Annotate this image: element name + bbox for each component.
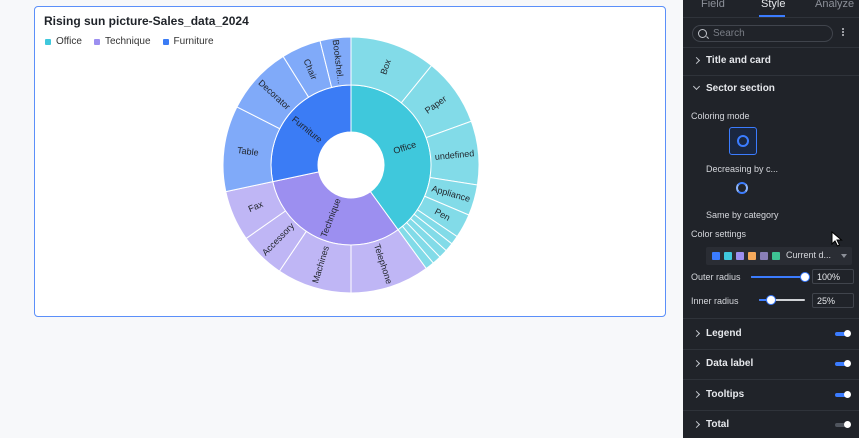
divider: [683, 410, 859, 411]
divider: [683, 75, 859, 76]
search-placeholder: Search: [713, 28, 745, 39]
data-label-toggle[interactable]: [835, 360, 851, 367]
section-tooltips[interactable]: Tooltips: [683, 386, 859, 406]
tab-style[interactable]: Style: [761, 0, 785, 10]
search-icon: [698, 29, 707, 38]
mode-decreasing-label: Decreasing by c...: [706, 164, 779, 174]
chevron-right-icon: [692, 420, 701, 429]
outer-radius-slider-handle[interactable]: [800, 272, 810, 282]
mode-same-label: Same by category: [706, 210, 779, 220]
divider: [683, 17, 859, 18]
sunburst-mode-icon: [736, 182, 748, 194]
outer-radius-input[interactable]: 100%: [812, 269, 854, 284]
coloring-mode-same-by-category[interactable]: [729, 175, 757, 203]
chart-card[interactable]: Rising sun picture-Sales_data_2024 Offic…: [34, 6, 666, 317]
divider: [683, 349, 859, 350]
total-toggle[interactable]: [835, 421, 851, 428]
color-swatch: [760, 252, 768, 260]
color-scheme-value: Current d...: [786, 250, 832, 260]
canvas: Rising sun picture-Sales_data_2024 Offic…: [0, 0, 683, 438]
color-swatch: [724, 252, 732, 260]
inner-radius-label: Inner radius: [691, 296, 739, 306]
search-input[interactable]: Search: [692, 25, 833, 42]
section-data-label[interactable]: Data label: [683, 355, 859, 375]
chevron-right-icon: [692, 390, 701, 399]
section-label: Title and card: [706, 55, 771, 66]
section-label: Legend: [706, 328, 742, 339]
color-swatch: [712, 252, 720, 260]
panel-tabs: Field Style Analyze: [683, 0, 859, 17]
section-total[interactable]: Total: [683, 416, 859, 436]
coloring-mode-label: Coloring mode: [691, 111, 750, 121]
chevron-right-icon: [692, 359, 701, 368]
mouse-cursor-icon: [831, 231, 843, 247]
more-options-icon[interactable]: [840, 27, 846, 39]
inner-radius-slider-handle[interactable]: [765, 295, 776, 305]
chevron-down-icon: [692, 82, 701, 91]
inner-radius-input[interactable]: 25%: [812, 293, 854, 308]
color-settings-label: Color settings: [691, 229, 747, 239]
section-title-and-card[interactable]: Title and card: [683, 52, 859, 72]
section-label: Total: [706, 419, 730, 430]
legend-toggle[interactable]: [835, 330, 851, 337]
divider: [683, 47, 859, 48]
coloring-mode-decreasing[interactable]: [729, 127, 757, 155]
section-legend[interactable]: Legend: [683, 325, 859, 345]
color-swatch: [736, 252, 744, 260]
section-label: Data label: [706, 358, 754, 369]
color-swatch: [772, 252, 780, 260]
section-sector-section[interactable]: Sector section: [683, 80, 859, 100]
divider: [683, 379, 859, 380]
color-scheme-select[interactable]: Current d...: [706, 247, 852, 265]
sunburst-mode-icon: [737, 135, 749, 147]
chevron-right-icon: [692, 329, 701, 338]
chevron-right-icon: [692, 56, 701, 65]
color-swatch: [748, 252, 756, 260]
section-label: Tooltips: [706, 389, 745, 400]
outer-radius-label: Outer radius: [691, 272, 741, 282]
tab-analyze[interactable]: Analyze: [815, 0, 854, 10]
style-panel: Field Style Analyze Search Title and car…: [683, 0, 859, 438]
sunburst-chart: OfficeBoxPaperundefinedAppliancePenTechn…: [222, 36, 480, 294]
divider: [683, 318, 859, 319]
section-label: Sector section: [706, 83, 775, 94]
outer-radius-slider-fill: [751, 276, 805, 278]
tab-field[interactable]: Field: [701, 0, 725, 10]
chevron-down-icon: [841, 254, 847, 258]
tooltips-toggle[interactable]: [835, 391, 851, 398]
